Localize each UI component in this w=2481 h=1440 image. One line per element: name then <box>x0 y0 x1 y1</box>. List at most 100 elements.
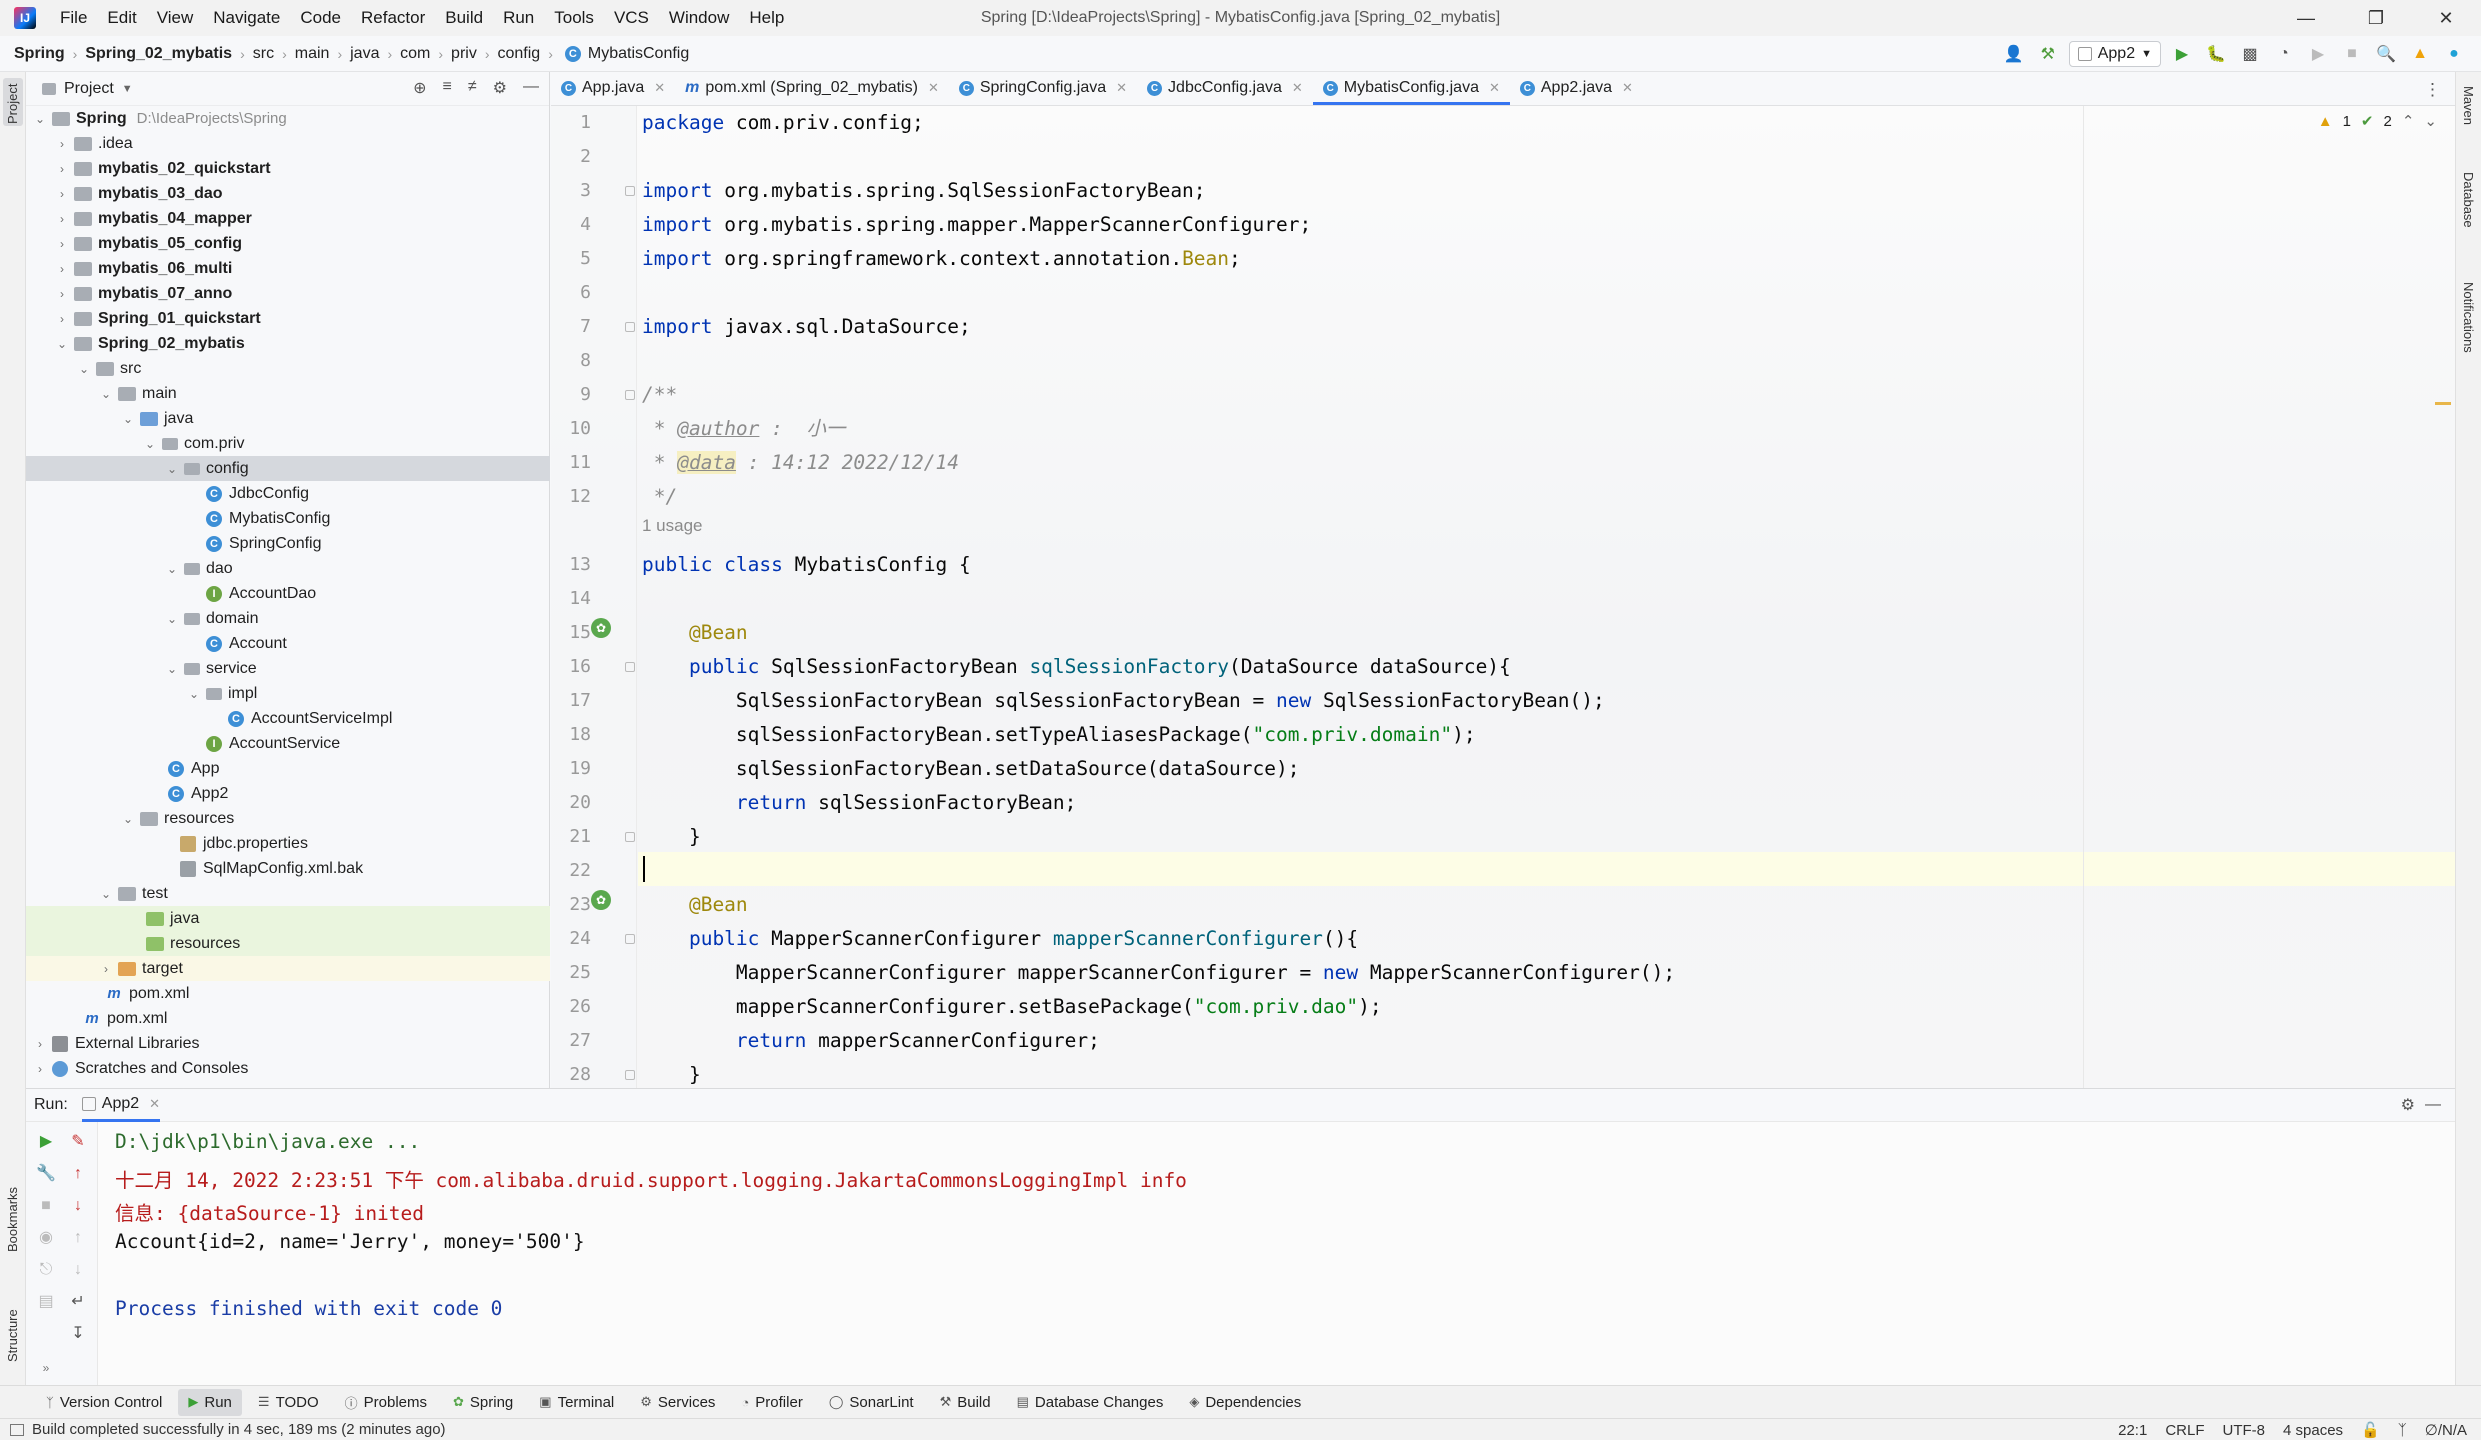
menu-build[interactable]: Build <box>435 0 493 36</box>
notifications-stripe-label[interactable]: Notifications <box>2461 282 2476 353</box>
tree-node[interactable]: › mybatis_02_quickstart <box>26 156 550 181</box>
update-icon[interactable]: ▲ <box>2407 41 2433 67</box>
minimize-icon[interactable]: — <box>2271 0 2341 36</box>
search-icon[interactable]: 🔍 <box>2373 41 2399 67</box>
chevron-right-icon[interactable]: › <box>32 1037 48 1051</box>
close-icon[interactable]: ✕ <box>654 80 665 96</box>
close-icon[interactable]: ✕ <box>1116 80 1127 96</box>
chevron-right-icon[interactable]: › <box>54 162 70 176</box>
breadcrumb-class[interactable]: MybatisConfig <box>588 45 689 63</box>
fold-marker-icon[interactable] <box>625 662 635 672</box>
close-icon[interactable]: ✕ <box>149 1096 160 1112</box>
chevron-down-icon[interactable]: ⌄ <box>164 462 180 476</box>
chevron-right-icon[interactable]: › <box>54 237 70 251</box>
breadcrumb-main[interactable]: main <box>295 45 330 63</box>
git-branch-icon[interactable]: ᛉ <box>2398 1422 2407 1439</box>
profile-icon[interactable]: ◔ <box>2271 41 2297 67</box>
maven-stripe-label[interactable]: Maven <box>2461 86 2476 125</box>
tree-node-selected[interactable]: ⌄ config <box>26 456 550 481</box>
user-icon[interactable]: 👤 <box>2001 41 2027 67</box>
chevron-right-icon[interactable]: › <box>54 212 70 226</box>
chevron-down-icon[interactable]: ⌄ <box>186 687 202 701</box>
scrollbar-warning-marker[interactable] <box>2435 402 2451 405</box>
tool-todo[interactable]: ☰ TODO <box>248 1389 329 1416</box>
run-icon[interactable]: ▶ <box>2169 41 2195 67</box>
file-encoding[interactable]: UTF-8 <box>2223 1422 2266 1439</box>
fold-marker-icon[interactable] <box>625 934 635 944</box>
menu-code[interactable]: Code <box>290 0 351 36</box>
chevron-down-icon[interactable]: ⌄ <box>120 812 136 826</box>
tree-node[interactable]: C Account <box>26 631 550 656</box>
tool-database-changes[interactable]: ▤ Database Changes <box>1007 1389 1174 1416</box>
coverage-icon[interactable]: ▩ <box>2237 41 2263 67</box>
chevron-down-icon[interactable]: ⌄ <box>164 612 180 626</box>
chevron-right-icon[interactable]: › <box>54 312 70 326</box>
tree-node[interactable]: ⌄ dao <box>26 556 550 581</box>
hide-icon[interactable]: — <box>523 78 539 98</box>
breadcrumb-config[interactable]: config <box>498 45 541 63</box>
debug-icon[interactable]: 🐛 <box>2203 41 2229 67</box>
tree-node[interactable]: C App <box>26 756 550 781</box>
menu-refactor[interactable]: Refactor <box>351 0 435 36</box>
expand-all-icon[interactable]: ≡ <box>443 78 452 98</box>
chevron-right-icon[interactable]: › <box>54 262 70 276</box>
menu-window[interactable]: Window <box>659 0 739 36</box>
menu-tools[interactable]: Tools <box>544 0 604 36</box>
close-icon[interactable]: ✕ <box>1489 80 1500 96</box>
breadcrumb-priv[interactable]: priv <box>451 45 477 63</box>
tree-node[interactable]: C MybatisConfig <box>26 506 550 531</box>
chevron-down-icon[interactable]: ⌄ <box>98 887 114 901</box>
chevron-down-icon[interactable]: ⌄ <box>2424 112 2437 130</box>
chevron-up-icon[interactable]: ⌃ <box>2402 112 2415 130</box>
build-hammer-icon[interactable]: ⚒ <box>2035 41 2061 67</box>
tool-sonarlint[interactable]: ◯ SonarLint <box>819 1389 924 1416</box>
code-editor[interactable]: ▲ 1 ✔ 2 ⌃ ⌄ 1 2 3 4 5 6 7 8 9 10 11 12 13 … <box>551 106 2455 1088</box>
chevron-down-icon[interactable]: ⌄ <box>164 562 180 576</box>
restore-layout-icon[interactable]: ▤ <box>34 1290 58 1314</box>
arrow-up-icon[interactable]: ↑ <box>66 1162 90 1186</box>
locate-icon[interactable]: ⊕ <box>413 78 426 98</box>
tab-jdbcconfig-java[interactable]: C JdbcConfig.java ✕ <box>1137 71 1313 105</box>
caret-position[interactable]: 22:1 <box>2118 1422 2147 1439</box>
tree-node[interactable]: › External Libraries <box>26 1031 550 1056</box>
tree-node[interactable]: › mybatis_06_multi <box>26 256 550 281</box>
tree-node[interactable]: › Spring_01_quickstart <box>26 306 550 331</box>
menu-navigate[interactable]: Navigate <box>203 0 290 36</box>
tree-node[interactable]: ⌄ impl <box>26 681 550 706</box>
breadcrumb-spring[interactable]: Spring <box>14 45 65 63</box>
breadcrumb-module[interactable]: Spring_02_mybatis <box>85 45 232 63</box>
menu-file[interactable]: File <box>50 0 97 36</box>
tree-node[interactable]: ⌄ java <box>26 406 550 431</box>
tool-version-control[interactable]: ᛉ Version Control <box>36 1389 172 1416</box>
tree-node[interactable]: java <box>26 906 550 931</box>
menu-vcs[interactable]: VCS <box>604 0 659 36</box>
tool-profiler[interactable]: ◔ Profiler <box>731 1389 812 1416</box>
tool-terminal[interactable]: ▣ Terminal <box>529 1389 624 1416</box>
tab-app-java[interactable]: C App.java ✕ <box>551 71 675 105</box>
wrench-icon[interactable]: 🔧 <box>34 1162 58 1186</box>
structure-stripe-label[interactable]: Structure <box>5 1309 20 1362</box>
status-message[interactable]: Build completed successfully in 4 sec, 1… <box>32 1421 446 1438</box>
fold-marker-icon[interactable] <box>625 1070 635 1080</box>
usages-hint[interactable]: 1 usage <box>642 516 703 536</box>
tab-pom-xml[interactable]: m pom.xml (Spring_02_mybatis) ✕ <box>675 71 949 105</box>
vcs-status[interactable]: ∅/N/A <box>2425 1421 2467 1439</box>
tab-app2-java[interactable]: C App2.java ✕ <box>1510 71 1643 105</box>
collapse-all-icon[interactable]: ≠ <box>468 78 477 98</box>
breadcrumb-src[interactable]: src <box>253 45 274 63</box>
hide-icon[interactable]: — <box>2425 1096 2441 1114</box>
menu-edit[interactable]: Edit <box>97 0 146 36</box>
lock-icon[interactable]: 🔓 <box>2361 1421 2380 1439</box>
close-icon[interactable]: ✕ <box>1622 80 1633 96</box>
breadcrumb-com[interactable]: com <box>400 45 430 63</box>
inspection-widget[interactable]: ▲ 1 ✔ 2 ⌃ ⌄ <box>2318 112 2437 131</box>
toggle-tool-windows-icon[interactable] <box>10 1423 24 1436</box>
soft-wrap-icon[interactable]: ↵ <box>66 1290 90 1314</box>
edit-config-icon[interactable]: ✎ <box>66 1130 90 1154</box>
tool-dependencies[interactable]: ◈ Dependencies <box>1179 1389 1311 1416</box>
tree-node[interactable]: › mybatis_04_mapper <box>26 206 550 231</box>
menu-view[interactable]: View <box>147 0 204 36</box>
tree-node[interactable]: ⌄ domain <box>26 606 550 631</box>
close-icon[interactable]: ✕ <box>928 80 939 96</box>
fold-marker-icon[interactable] <box>625 186 635 196</box>
